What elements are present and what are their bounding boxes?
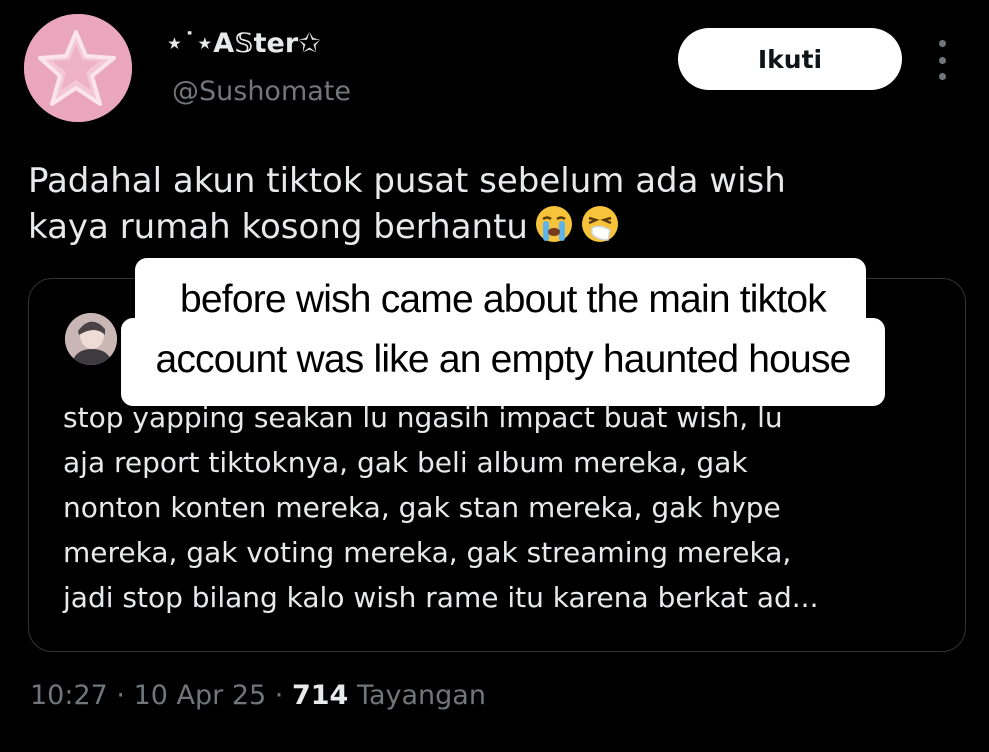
person-avatar-icon	[65, 313, 117, 365]
caption-line-1: before wish came about the main tiktok	[180, 278, 827, 321]
meta-separator-2: ·	[274, 680, 284, 711]
more-options-icon[interactable]	[930, 40, 954, 80]
caption-text: before wish came about the main tiktok a…	[121, 258, 885, 388]
meta-separator-1: ·	[116, 680, 125, 711]
tweet-line-2-text: kaya rumah kosong berhantu	[28, 207, 528, 247]
view-count: 714	[291, 680, 349, 711]
quoted-line-5: jadi stop bilang kalo wish rame itu kare…	[63, 581, 819, 614]
quoted-line-2: aja report tiktoknya, gak beli album mer…	[63, 446, 748, 479]
quoted-line-3: nonton konten mereka, gak stan mereka, g…	[63, 491, 781, 524]
tweet-time[interactable]: 10:27	[30, 680, 108, 711]
quoted-line-4: mereka, gak voting mereka, gak streaming…	[63, 536, 792, 569]
quoted-tweet-text: stop yapping seakan lu ngasih impact bua…	[63, 395, 953, 620]
tweet-text: Padahal akun tiktok pusat sebelum ada wi…	[28, 158, 968, 256]
views-label: Tayangan	[356, 680, 486, 711]
tweet-meta: 10:27 · 10 Apr 25 · 714 Tayangan	[30, 680, 486, 711]
translation-caption-overlay: before wish came about the main tiktok a…	[121, 258, 885, 406]
loudly-crying-face-icon	[534, 204, 574, 256]
star-avatar-icon	[24, 14, 132, 122]
caption-line-2: account was like an empty haunted house	[155, 338, 851, 381]
sneezing-face-icon	[580, 204, 620, 256]
author-avatar[interactable]	[24, 14, 132, 122]
author-display-name[interactable]: ⋆˙⋆A𝕊ter✩	[166, 28, 321, 59]
tweet-date[interactable]: 10 Apr 25	[134, 680, 267, 711]
tweet-line-1: Padahal akun tiktok pusat sebelum ada wi…	[28, 161, 786, 201]
quoted-author-avatar[interactable]	[65, 313, 117, 365]
follow-button[interactable]: Ikuti	[678, 28, 902, 90]
author-handle[interactable]: @Sushomate	[172, 76, 351, 107]
tweet-line-2: kaya rumah kosong berhantu	[28, 204, 968, 256]
